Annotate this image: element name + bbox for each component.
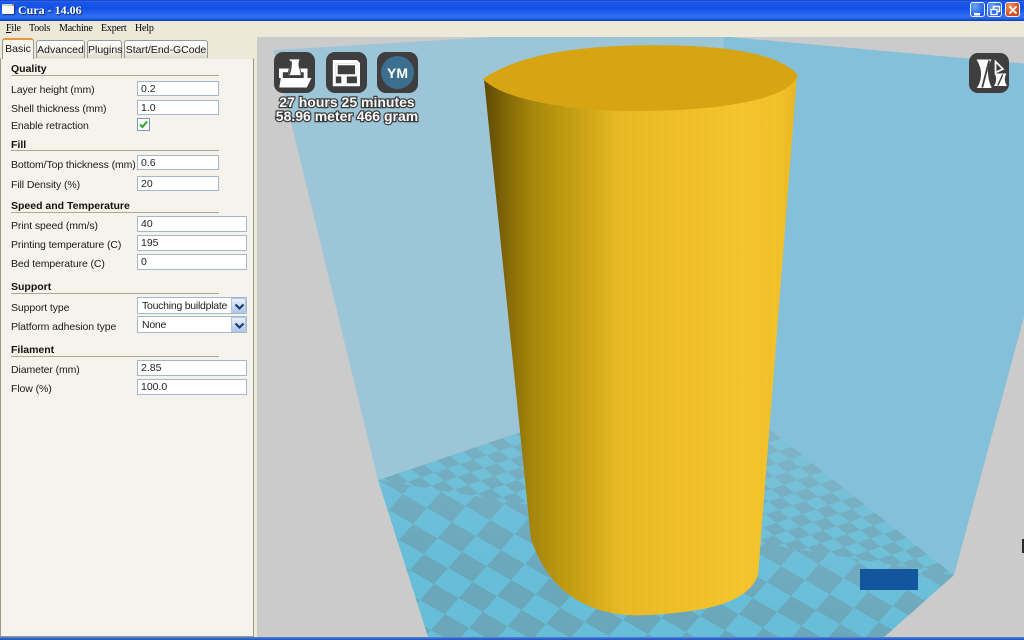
svg-text:YM: YM <box>387 65 408 81</box>
